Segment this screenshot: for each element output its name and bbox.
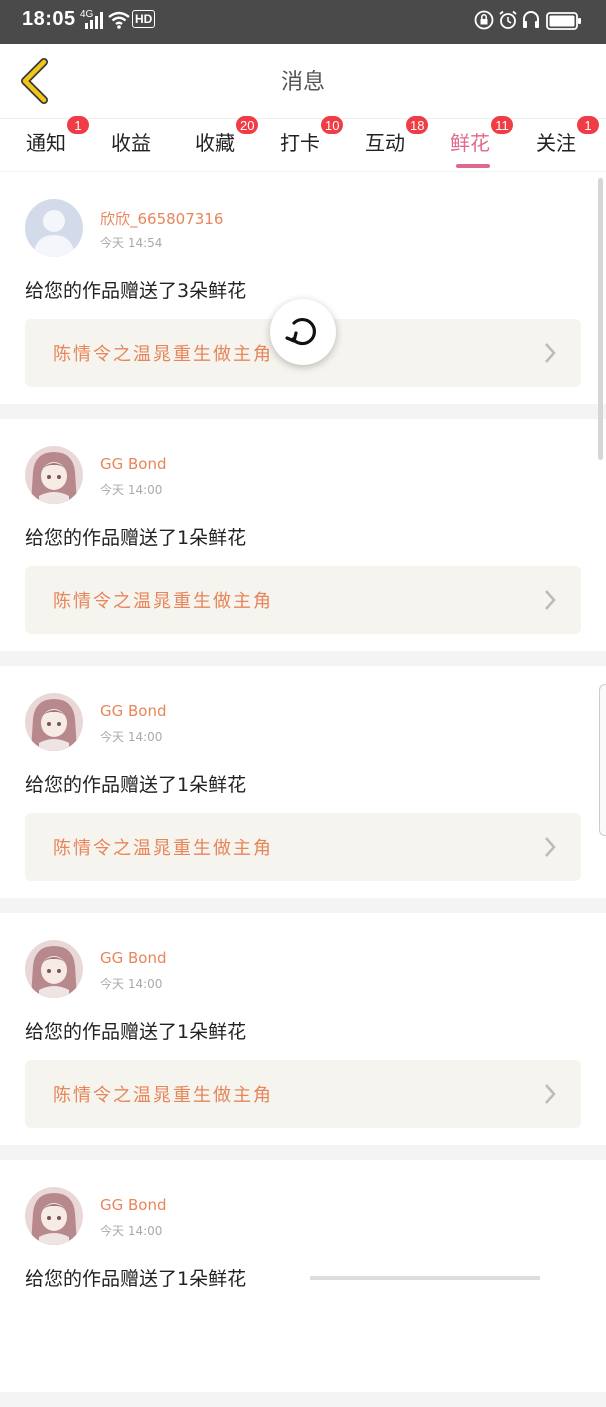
sender-name[interactable]: GG Bond: [100, 1196, 167, 1214]
tab-badge: 11: [490, 115, 514, 135]
chevron-right-icon: [545, 837, 556, 857]
tab-label: 鲜花: [450, 131, 490, 155]
tab-label: 关注: [536, 131, 576, 155]
active-tab-indicator: [456, 164, 490, 168]
chevron-right-icon: [545, 1084, 556, 1104]
tab-interaction[interactable]: 互动 18: [365, 115, 430, 156]
tab-follow[interactable]: 关注 1: [536, 115, 600, 156]
message-time: 今天 14:54: [100, 236, 163, 250]
message-text: 给您的作品赠送了1朵鲜花: [25, 774, 247, 796]
work-title: 陈情令之温晁重生做主角: [53, 344, 273, 365]
list-item[interactable]: GG Bond 今天 14:00 给您的作品赠送了1朵鲜花 陈情令之温晁重生做主…: [0, 666, 606, 898]
work-title: 陈情令之温晁重生做主角: [53, 591, 273, 612]
sender-name[interactable]: GG Bond: [100, 455, 167, 473]
scrollbar[interactable]: [598, 178, 603, 460]
tab-flowers[interactable]: 鲜花 11: [450, 115, 514, 156]
list-item[interactable]: 欣欣_665807316 今天 14:54 给您的作品赠送了3朵鲜花 陈情令之温…: [0, 172, 606, 404]
refresh-icon: [285, 318, 316, 346]
default-avatar-icon[interactable]: [25, 199, 83, 257]
tab-bar: 通知 1 收益 收藏 20 打卡 10 互动 18 鲜花 11 关注 1: [0, 115, 606, 171]
anime-girl-avatar[interactable]: [25, 1187, 83, 1245]
tab-badge: 20: [235, 115, 260, 135]
tab-label: 打卡: [280, 131, 320, 155]
message-text: 给您的作品赠送了1朵鲜花: [25, 1021, 247, 1043]
message-time: 今天 14:00: [100, 730, 163, 744]
tab-favorites[interactable]: 收藏 20: [195, 115, 260, 156]
tab-badge: 1: [576, 115, 600, 135]
status-time: 18:05: [22, 8, 76, 30]
tab-badge: 1: [66, 115, 90, 135]
tab-income[interactable]: 收益: [111, 127, 151, 156]
sender-name[interactable]: 欣欣_665807316: [100, 208, 223, 229]
tab-label: 收益: [111, 131, 151, 155]
tab-badge: 10: [320, 115, 345, 135]
list-item[interactable]: GG Bond 今天 14:00 给您的作品赠送了1朵鲜花 陈情令之温晁重生做主…: [0, 419, 606, 651]
lock-rotation-icon: [474, 10, 494, 30]
work-link[interactable]: 陈情令之温晁重生做主角: [25, 566, 581, 634]
status-bar: 18:05 4G HD: [0, 0, 606, 44]
work-link[interactable]: 陈情令之温晁重生做主角: [25, 813, 581, 881]
home-indicator: [310, 1276, 540, 1280]
tab-checkin[interactable]: 打卡 10: [280, 115, 345, 156]
refresh-button[interactable]: [270, 299, 336, 365]
battery-icon: [546, 12, 581, 30]
hd-icon: HD: [132, 10, 156, 28]
wifi-icon: [108, 11, 130, 29]
signal-icon: [85, 12, 103, 29]
anime-girl-avatar[interactable]: [25, 693, 83, 751]
chevron-right-icon: [545, 590, 556, 610]
message-text: 给您的作品赠送了3朵鲜花: [25, 280, 247, 302]
tab-notify[interactable]: 通知 1: [26, 115, 90, 156]
anime-girl-avatar[interactable]: [25, 940, 83, 998]
tab-badge: 18: [405, 115, 430, 135]
list-item[interactable]: GG Bond 今天 14:00 给您的作品赠送了1朵鲜花 陈情令之温晁重生做主…: [0, 913, 606, 1145]
edge-drawer-handle[interactable]: [599, 684, 606, 836]
page-title: 消息: [280, 70, 325, 95]
message-text: 给您的作品赠送了1朵鲜花: [25, 527, 247, 549]
tab-label: 互动: [365, 131, 405, 155]
chevron-right-icon: [545, 343, 556, 363]
message-time: 今天 14:00: [100, 483, 163, 497]
headset-icon: [523, 11, 539, 28]
message-time: 今天 14:00: [100, 1224, 163, 1238]
nav-bar: 消息: [0, 44, 606, 118]
message-time: 今天 14:00: [100, 977, 163, 991]
message-text: 给您的作品赠送了1朵鲜花: [25, 1268, 247, 1290]
work-title: 陈情令之温晁重生做主角: [53, 1085, 273, 1106]
alarm-icon: [499, 10, 517, 29]
tab-label: 收藏: [195, 131, 235, 155]
work-title: 陈情令之温晁重生做主角: [53, 838, 273, 859]
anime-girl-avatar[interactable]: [25, 446, 83, 504]
sender-name[interactable]: GG Bond: [100, 702, 167, 720]
tab-label: 通知: [26, 131, 66, 155]
sender-name[interactable]: GG Bond: [100, 949, 167, 967]
work-link[interactable]: 陈情令之温晁重生做主角: [25, 1060, 581, 1128]
